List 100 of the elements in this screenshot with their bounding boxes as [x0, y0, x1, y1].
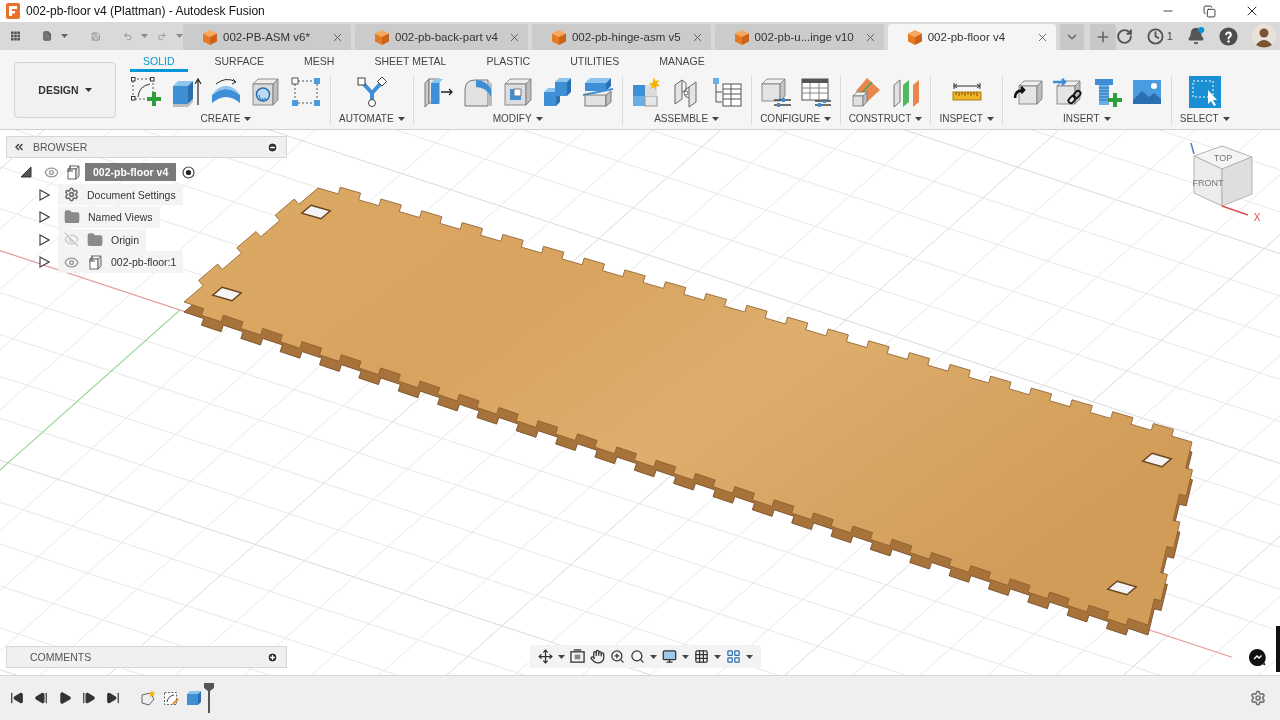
caret-icon[interactable]	[824, 117, 832, 121]
expand-triangle-icon[interactable]	[38, 233, 50, 246]
sketch-plus-icon[interactable]	[130, 76, 162, 108]
hollow-box-icon[interactable]	[501, 76, 534, 108]
browser-tree-item[interactable]: Document Settings	[58, 184, 183, 206]
caret-icon[interactable]	[714, 654, 721, 659]
panes-icon[interactable]	[726, 649, 741, 664]
move-arrows-icon[interactable]	[538, 649, 553, 664]
caret-icon[interactable]	[1103, 117, 1111, 121]
view-cube[interactable]: TOP FRONT X	[1182, 140, 1266, 224]
tool-group-menu[interactable]: AUTOMATE	[339, 113, 405, 125]
document-tab[interactable]: 002-pb-back-part v4	[355, 24, 528, 50]
skip-to-start-icon[interactable]	[10, 691, 24, 705]
collapse-panel-icon[interactable]	[13, 141, 25, 153]
magnifier-icon[interactable]	[630, 649, 645, 664]
minus-circle-icon[interactable]	[267, 141, 278, 153]
cube-sliders-icon[interactable]	[759, 76, 792, 108]
stacked-cubes-icon[interactable]	[541, 76, 574, 108]
sketch-icon[interactable]	[163, 690, 179, 706]
node-graph-icon[interactable]	[355, 76, 388, 108]
collapse-triangle-icon[interactable]	[20, 166, 32, 179]
tab-list-button[interactable]	[1059, 24, 1084, 50]
browser-tree-item[interactable]: Origin	[58, 228, 146, 251]
zoom-icon[interactable]	[610, 649, 625, 664]
document-tab[interactable]: 002-pb-floor v4	[887, 24, 1056, 50]
playhead-marker-icon[interactable]	[204, 683, 214, 713]
file-icon[interactable]	[41, 28, 53, 44]
hand-icon[interactable]	[590, 649, 605, 664]
step-forward-icon[interactable]	[82, 691, 96, 705]
ribbon-tab[interactable]: SURFACE	[201, 50, 278, 72]
circular-arrow-icon[interactable]	[1115, 27, 1133, 45]
ribbon-tab[interactable]: MESH	[291, 50, 348, 72]
plane-cube-icon[interactable]	[849, 76, 882, 108]
sketch-star-icon[interactable]	[140, 690, 156, 706]
eye-icon[interactable]	[44, 164, 59, 180]
bell-icon[interactable]	[1186, 27, 1205, 45]
cube-link-icon[interactable]	[1050, 76, 1083, 108]
expand-triangle-icon[interactable]	[38, 256, 50, 269]
ribbon-tab[interactable]: MANAGE	[646, 50, 718, 72]
avatar-icon[interactable]	[1251, 24, 1276, 48]
skip-to-end-icon[interactable]	[106, 691, 120, 705]
play-icon[interactable]	[58, 691, 72, 705]
caret-icon[interactable]	[558, 654, 565, 659]
tool-group-menu[interactable]: INSERT	[1063, 113, 1111, 125]
rounded-corner-icon[interactable]	[461, 76, 494, 108]
caret-icon[interactable]	[244, 117, 252, 121]
extrude-cube-icon[interactable]	[186, 690, 202, 706]
caret-icon[interactable]	[1222, 117, 1230, 121]
settings-icon[interactable]	[1250, 690, 1266, 706]
tool-group-menu[interactable]: CONSTRUCT	[848, 113, 923, 125]
box-hole-icon[interactable]	[250, 76, 282, 108]
window-title: 002-pb-floor v4 (Plattman) - Autodesk Fusion	[26, 4, 266, 18]
document-tab[interactable]: 002-pb-u...inge v10	[714, 24, 884, 50]
monitor-icon[interactable]	[662, 649, 677, 664]
caret-icon[interactable]	[84, 88, 92, 92]
restore-icon[interactable]	[1203, 4, 1216, 18]
new-tab-button[interactable]	[1089, 24, 1116, 50]
ribbon-tab[interactable]: SHEET METAL	[361, 50, 460, 72]
caret-icon[interactable]	[682, 654, 689, 659]
workspace-menu[interactable]: DESIGN	[14, 62, 116, 118]
block-arrow-icon[interactable]	[421, 76, 454, 108]
expand-triangle-icon[interactable]	[38, 211, 50, 224]
caret-icon[interactable]	[650, 654, 657, 659]
eye-icon[interactable]	[64, 254, 79, 270]
caret-icon[interactable]	[746, 654, 753, 659]
tool-group-menu[interactable]: MODIFY	[492, 113, 543, 125]
speech-bubble-icon[interactable]	[1249, 649, 1266, 666]
box-arrow-icon[interactable]	[170, 76, 202, 108]
caret-icon[interactable]	[915, 117, 923, 121]
square-pattern-icon[interactable]	[290, 76, 322, 108]
caret-icon[interactable]	[986, 117, 994, 121]
browser-tree-item[interactable]: 002-pb-floor:1	[58, 251, 184, 274]
caret-icon[interactable]	[535, 117, 543, 121]
app-grid-icon[interactable]	[11, 29, 20, 43]
tree-root-label[interactable]: 002-pb-floor v4	[85, 163, 177, 182]
expand-triangle-icon[interactable]	[38, 188, 50, 201]
caret-icon[interactable]	[397, 117, 405, 121]
tool-group-menu[interactable]: CONFIGURE	[760, 113, 832, 125]
document-tab[interactable]: 002-PB-ASM v6*	[183, 24, 351, 50]
table-sliders-icon[interactable]	[799, 76, 832, 108]
help-icon[interactable]	[1218, 26, 1238, 46]
tool-group-menu[interactable]: SELECT	[1179, 113, 1230, 125]
framed-box-icon[interactable]	[570, 649, 585, 664]
grid-icon[interactable]	[694, 649, 709, 664]
ribbon-tab[interactable]: UTILITIES	[557, 50, 633, 72]
tool-group-menu[interactable]: INSPECT	[939, 113, 994, 125]
tool-group-menu[interactable]: ASSEMBLE	[654, 113, 720, 125]
radio-target-icon[interactable]	[182, 165, 196, 179]
ribbon-tab[interactable]: PLASTIC	[473, 50, 544, 72]
selection-cursor-icon[interactable]	[1188, 76, 1221, 108]
tool-group-menu[interactable]: CREATE	[200, 113, 252, 125]
plus-circle-icon[interactable]	[267, 651, 278, 663]
wooden-board-drawing[interactable]	[183, 186, 1193, 636]
job-status-button[interactable]: 1	[1146, 27, 1173, 45]
step-back-icon[interactable]	[34, 691, 48, 705]
caret-icon[interactable]	[712, 117, 720, 121]
tree-table-icon[interactable]	[710, 76, 743, 108]
split-block-icon[interactable]	[581, 76, 614, 108]
document-tab[interactable]: 002-pb-hinge-asm v5	[531, 24, 711, 50]
browser-tree-item[interactable]: Named Views	[58, 206, 160, 229]
